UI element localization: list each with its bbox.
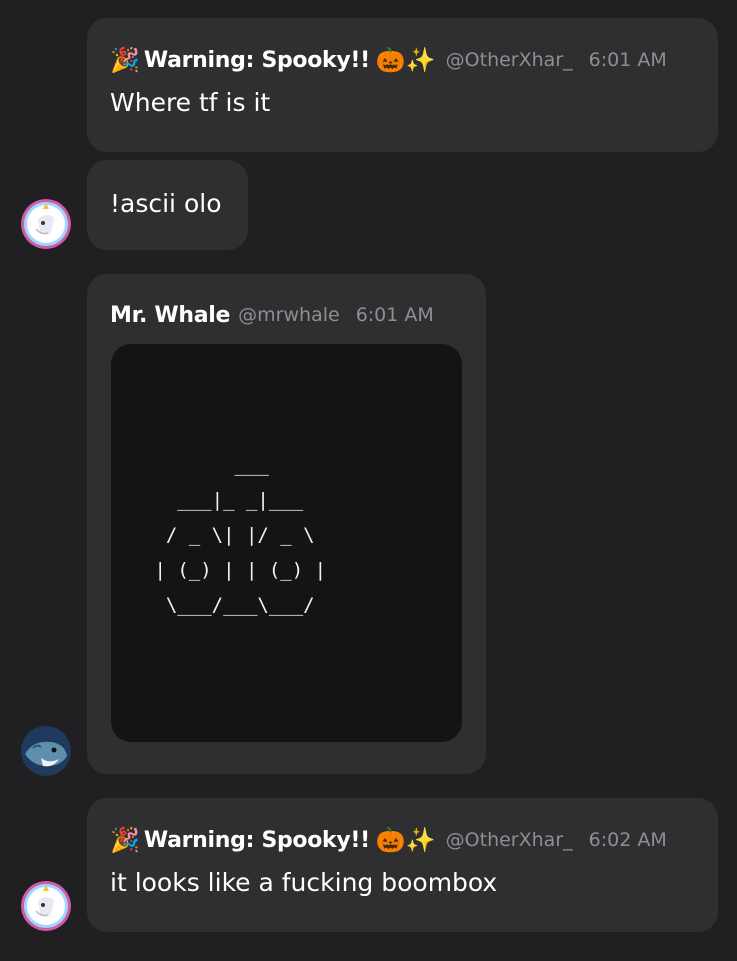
- user-avatar[interactable]: [21, 881, 71, 931]
- pumpkin-sparkles-emoji: 🎃✨: [375, 46, 436, 74]
- message-bubble: 🎉 Warning: Spooky!! 🎃✨ @OtherXhar_ 6:02 …: [87, 798, 718, 932]
- message-bubble: Mr. Whale @mrwhale 6:01 AM ___ ___|_ _|_…: [87, 274, 486, 774]
- code-block: ___ ___|_ _|___ / _ \| |/ _ \ | (_) | | …: [111, 344, 462, 742]
- author-handle[interactable]: @OtherXhar_: [446, 49, 573, 71]
- user-avatar[interactable]: [21, 199, 71, 249]
- message-timestamp: 6:01 AM: [355, 304, 434, 326]
- message-header: Mr. Whale @mrwhale 6:01 AM: [110, 300, 434, 330]
- unicorn-avatar-icon: [21, 881, 71, 931]
- author-name[interactable]: Mr. Whale: [110, 303, 230, 328]
- message-header: 🎉 Warning: Spooky!! 🎃✨ @OtherXhar_ 6:02 …: [110, 825, 667, 855]
- message-text: Where tf is it: [110, 88, 271, 117]
- author-name[interactable]: Warning: Spooky!!: [144, 48, 370, 73]
- message-text: !ascii olo: [110, 189, 222, 218]
- pumpkin-sparkles-emoji: 🎃✨: [375, 826, 436, 854]
- author-name[interactable]: Warning: Spooky!!: [144, 828, 370, 853]
- author-handle[interactable]: @mrwhale: [238, 304, 340, 326]
- party-popper-emoji: 🎉: [110, 46, 140, 74]
- message-bubble: 🎉 Warning: Spooky!! 🎃✨ @OtherXhar_ 6:01 …: [87, 18, 718, 152]
- message-timestamp: 6:02 AM: [588, 829, 667, 851]
- message-bubble: !ascii olo: [87, 160, 248, 250]
- message-timestamp: 6:01 AM: [588, 49, 667, 71]
- message-text: it looks like a fucking boombox: [110, 868, 498, 897]
- unicorn-avatar-icon: [21, 199, 71, 249]
- author-handle[interactable]: @OtherXhar_: [446, 829, 573, 851]
- message-header: 🎉 Warning: Spooky!! 🎃✨ @OtherXhar_ 6:01 …: [110, 45, 667, 75]
- user-avatar[interactable]: [21, 726, 71, 776]
- whale-avatar-icon: [21, 726, 71, 776]
- party-popper-emoji: 🎉: [110, 826, 140, 854]
- ascii-art: ___ ___|_ _|___ / _ \| |/ _ \ | (_) | | …: [154, 454, 327, 616]
